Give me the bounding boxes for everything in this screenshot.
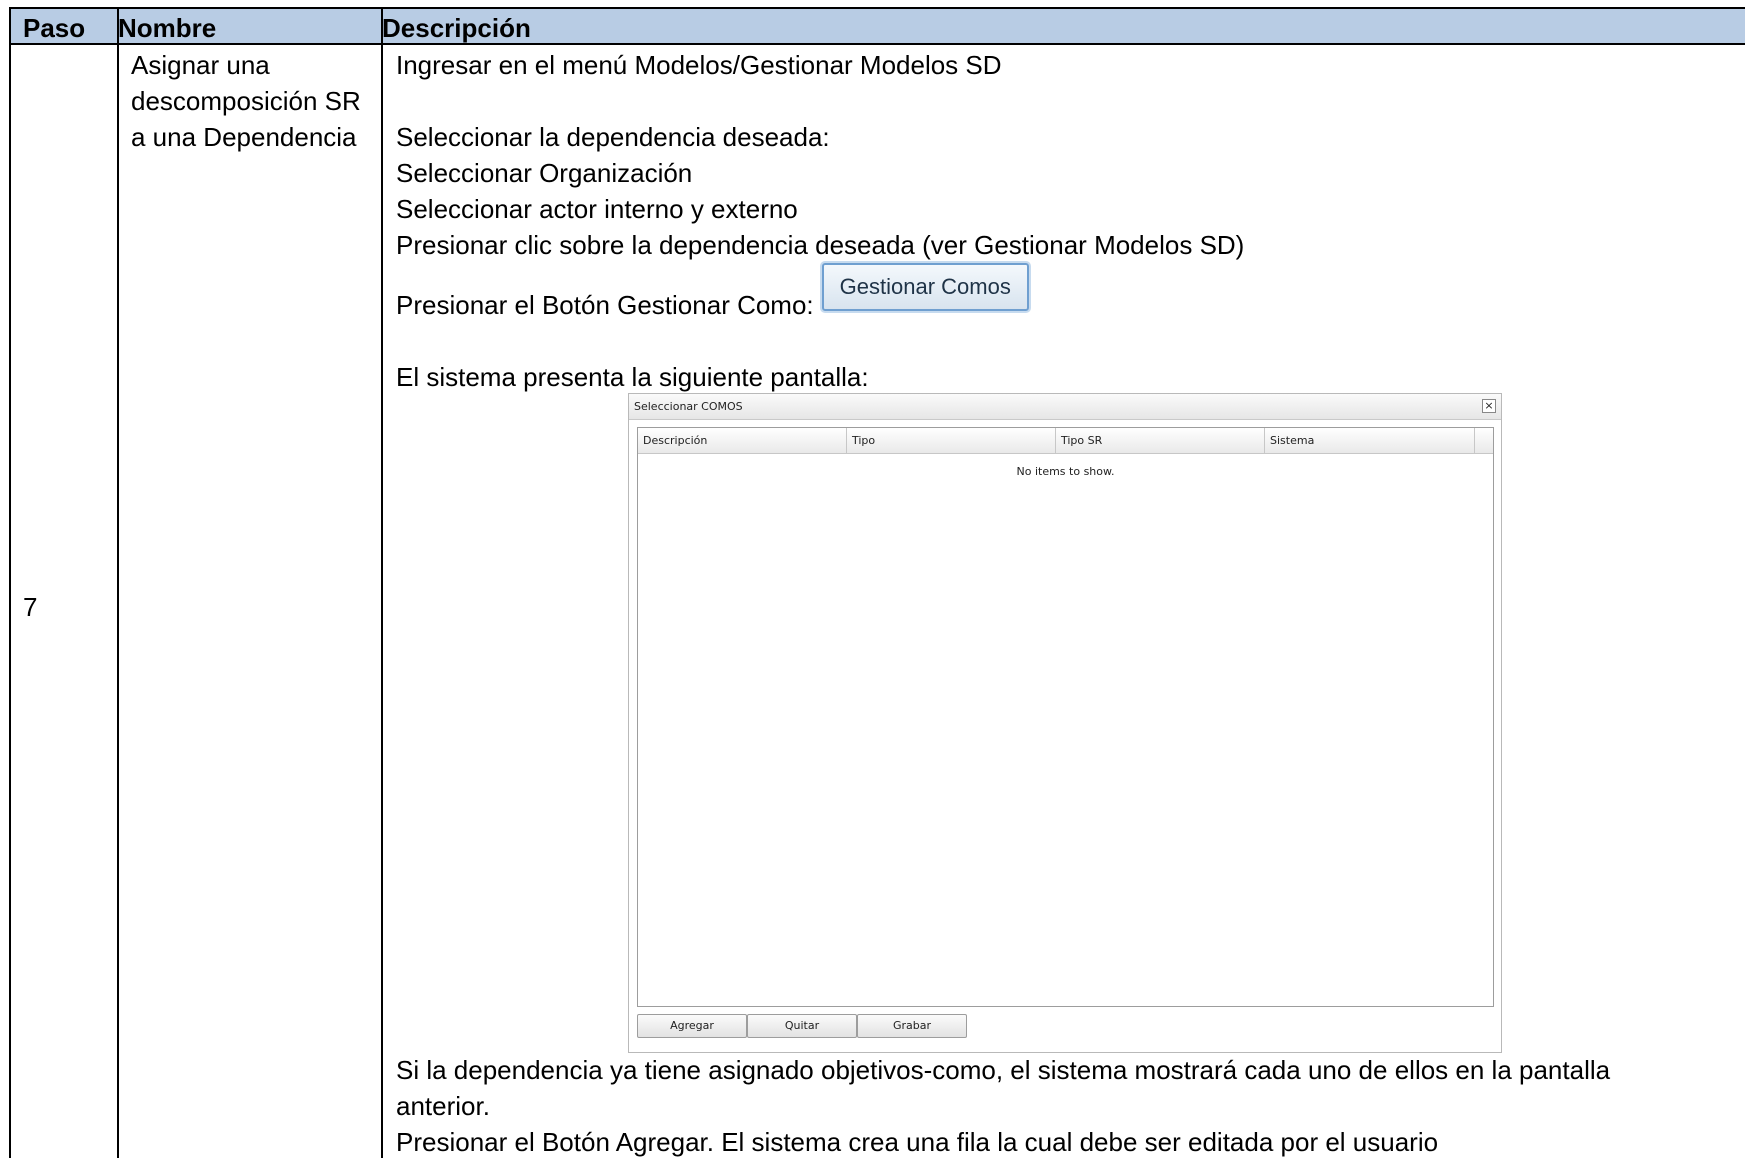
desc-line: Si la dependencia ya tiene asignado obje…: [396, 1055, 1611, 1085]
desc-line: Presionar clic sobre la dependencia dese…: [396, 230, 1245, 260]
desc-line: Presionar el Botón Gestionar Como:: [396, 290, 814, 320]
header-descripcion: Descripción: [382, 13, 531, 43]
step-description: Ingresar en el menú Modelos/Gestionar Mo…: [396, 47, 1726, 395]
desc-line: Seleccionar actor interno y externo: [396, 194, 798, 224]
quitar-button[interactable]: Quitar: [747, 1014, 857, 1038]
comos-grid: Descripción Tipo Tipo SR Sistema No item…: [637, 427, 1494, 1007]
step-description-continued: Si la dependencia ya tiene asignado obje…: [396, 1052, 1726, 1160]
desc-line: Seleccionar Organización: [396, 158, 693, 188]
desc-line: Presionar el Botón Agregar. El sistema c…: [396, 1127, 1439, 1157]
close-icon[interactable]: ×: [1482, 399, 1496, 413]
step-number: 7: [23, 592, 38, 622]
step-name: Asignar una descomposición SR a una Depe…: [131, 47, 361, 155]
grid-header: Descripción Tipo Tipo SR Sistema: [638, 428, 1493, 454]
desc-line: Ingresar en el menú Modelos/Gestionar Mo…: [396, 50, 1002, 80]
column-divider: [381, 9, 383, 1158]
column-divider: [117, 9, 119, 1158]
column-header-sistema[interactable]: Sistema: [1265, 428, 1475, 453]
desc-line: Seleccionar la dependencia deseada:: [396, 122, 830, 152]
header-paso: Paso: [23, 13, 86, 43]
step-name-line: a una Dependencia: [131, 122, 357, 152]
desc-line-with-button: Presionar el Botón Gestionar Como:Gestio…: [396, 263, 1726, 323]
grabar-button[interactable]: Grabar: [857, 1014, 967, 1038]
seleccionar-comos-dialog: Seleccionar COMOS × Descripción Tipo Tip…: [628, 393, 1502, 1053]
gestionar-comos-button[interactable]: Gestionar Comos: [821, 263, 1029, 311]
column-header-descripcion[interactable]: Descripción: [638, 428, 847, 453]
header-nombre: Nombre: [118, 13, 217, 43]
column-header-tipo[interactable]: Tipo: [847, 428, 1056, 453]
step-name-line: descomposición SR: [131, 86, 361, 116]
step-name-line: Asignar una: [131, 50, 270, 80]
desc-line: El sistema presenta la siguiente pantall…: [396, 362, 869, 392]
column-header-tipo-sr[interactable]: Tipo SR: [1056, 428, 1265, 453]
dialog-title: Seleccionar COMOS: [634, 400, 743, 413]
table-header-row: Paso Nombre Descripción: [11, 9, 1745, 45]
desc-line: anterior.: [396, 1091, 490, 1121]
agregar-button[interactable]: Agregar: [637, 1014, 747, 1038]
empty-message: No items to show.: [1016, 465, 1115, 478]
dialog-title-bar: Seleccionar COMOS ×: [629, 394, 1501, 420]
